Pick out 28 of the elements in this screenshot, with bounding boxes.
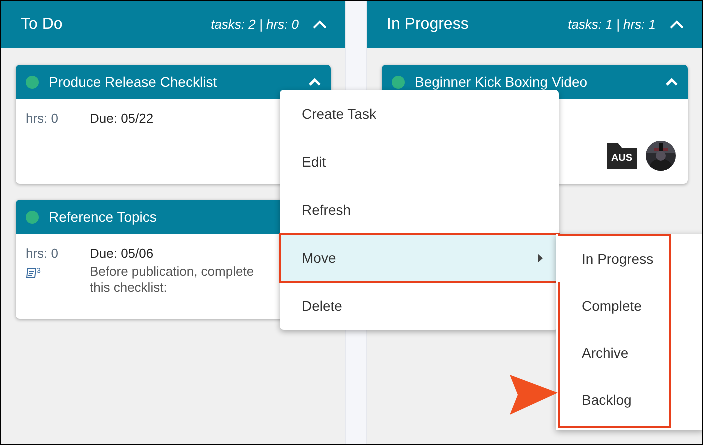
submenu-item[interactable]: Complete <box>560 283 669 330</box>
card-title: Produce Release Checklist <box>49 72 218 92</box>
column-title: In Progress <box>387 14 470 34</box>
menu-item[interactable]: Move <box>280 234 559 282</box>
column-title: To Do <box>21 14 64 34</box>
card-description: Before publication, complete this checklist: <box>90 264 256 296</box>
collapse-icon[interactable] <box>313 20 327 29</box>
submenu-arrow-icon <box>538 254 543 262</box>
card-title: Beginner Kick Boxing Video <box>415 72 589 92</box>
menu-item[interactable]: Refresh <box>280 186 559 234</box>
submenu-item[interactable]: Archive <box>560 330 669 377</box>
hours-label: hrs: 0 <box>26 110 60 128</box>
column-stats: tasks: 1 | hrs: 1 <box>568 16 656 34</box>
menu-item[interactable]: Create Task <box>280 90 559 138</box>
menu-item[interactable]: Delete <box>280 282 559 330</box>
chevron-up-icon[interactable] <box>309 78 321 86</box>
submenu-item[interactable]: In Progress <box>560 236 669 283</box>
folder-tag: AUS <box>607 143 637 169</box>
hours-label: hrs: 0 <box>26 245 60 263</box>
collapse-icon[interactable] <box>670 20 684 29</box>
menu-item[interactable]: Edit <box>280 138 559 186</box>
due-date: Due: 05/22 <box>90 110 154 128</box>
due-date: Due: 05/06 <box>90 245 155 263</box>
submenu-item[interactable]: Backlog <box>560 377 669 424</box>
notes-icon <box>26 268 37 278</box>
column-stats: tasks: 2 | hrs: 0 <box>211 16 299 34</box>
chevron-up-icon[interactable] <box>666 78 678 86</box>
pointer-arrow <box>510 375 558 415</box>
